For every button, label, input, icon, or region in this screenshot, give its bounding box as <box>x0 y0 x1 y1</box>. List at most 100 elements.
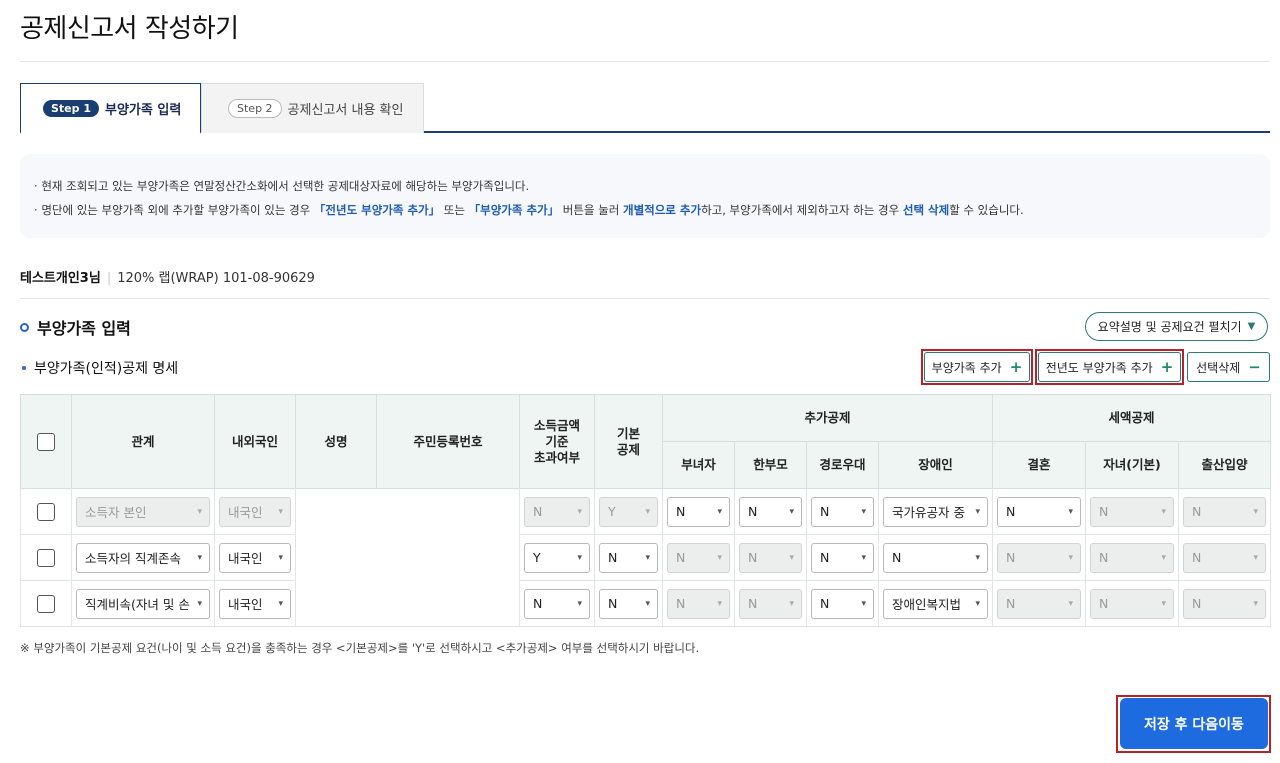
cell-income-exceed: Y ▾ <box>519 534 595 581</box>
cell-basic: N ▾ <box>594 534 663 581</box>
chevron-down-icon: ▼ <box>1247 321 1256 332</box>
female-select: N ▾ <box>667 542 730 573</box>
company-detail: 120% 랩(WRAP) 101-08-90629 <box>117 271 315 286</box>
relation-select[interactable]: 소득자의 직계존속 ▾ <box>76 542 210 573</box>
relation-select[interactable]: 직계비속(자녀 및 손 ▾ <box>76 588 210 619</box>
header-select-all <box>20 394 72 489</box>
single-parent-select[interactable]: N ▾ <box>739 496 802 527</box>
female-select[interactable]: N ▾ <box>667 496 730 527</box>
notice-highlight: 「부양가족 추가」 <box>468 203 560 217</box>
birth-adopt-select: N ▾ <box>1183 542 1267 573</box>
select-all-checkbox[interactable] <box>37 432 55 451</box>
cell-select <box>20 534 72 581</box>
ring-bullet-icon <box>20 322 29 332</box>
select-value: N <box>748 596 758 611</box>
female-select: N ▾ <box>667 588 730 619</box>
header-elderly: 경로우대 <box>806 441 879 489</box>
plus-icon: + <box>1160 358 1174 376</box>
select-value: N <box>1192 504 1202 519</box>
income-exceed-select[interactable]: Y ▾ <box>524 542 590 573</box>
chevron-down-icon: ▾ <box>197 598 202 609</box>
add-prev-year-button[interactable]: 전년도 부양가족 추가 + <box>1038 352 1181 382</box>
header-name: 성명 <box>295 394 377 489</box>
disabled-select[interactable]: 국가유공자 중 ▾ <box>883 496 989 527</box>
select-value: 장애인복지법 <box>892 597 962 612</box>
nationality-select[interactable]: 내국인 ▾ <box>219 588 291 619</box>
chevron-down-icon: ▾ <box>1068 598 1074 609</box>
chevron-down-icon: ▾ <box>645 552 650 563</box>
tab-step1[interactable]: Step 1 부양가족 입력 <box>20 83 201 134</box>
add-dependent-button[interactable]: 부양가족 추가 + <box>924 352 1030 382</box>
delete-selected-button[interactable]: 선택삭제 − <box>1187 352 1270 382</box>
single-parent-select: N ▾ <box>739 542 802 573</box>
select-value: 내국인 <box>228 505 263 520</box>
birth-adopt-select: N ▾ <box>1183 496 1267 527</box>
cell-elderly: N ▾ <box>806 580 879 627</box>
sub-title-text: 부양가족(인적)공제 명세 <box>34 361 179 377</box>
select-value: Y <box>608 504 616 519</box>
cell-disabled: N ▾ <box>877 534 994 581</box>
chevron-down-icon: ▾ <box>197 506 202 517</box>
elderly-select[interactable]: N ▾ <box>811 542 874 573</box>
tab-step2[interactable]: Step 2 공제신고서 내용 확인 <box>201 83 424 133</box>
disabled-select[interactable]: N ▾ <box>883 542 989 573</box>
expand-summary-button[interactable]: 요약설명 및 공제요건 펼치기 ▼ <box>1085 312 1268 341</box>
chevron-down-icon: ▾ <box>1253 552 1259 563</box>
cell-income-exceed: N ▾ <box>519 580 595 627</box>
row-checkbox[interactable] <box>37 548 55 567</box>
notice-text: 명단에 있는 부양가족 외에 추가할 부양가족이 있는 경우 <box>41 203 314 217</box>
table-row: 직계비속(자녀 및 손 ▾ 내국인 ▾ N ▾ N ▾ N ▾ N ▾ N ▾ 장애인복지법 ▾ N ▾ N ▾ N ▾ <box>20 580 1272 627</box>
header-marriage: 결혼 <box>992 441 1087 489</box>
button-label: 부양가족 추가 <box>931 360 1002 375</box>
cell-single-parent: N ▾ <box>734 488 807 535</box>
cell-disabled: 장애인복지법 ▾ <box>877 580 994 627</box>
select-value: N <box>1006 550 1016 565</box>
cell-select <box>20 488 72 535</box>
income-exceed-select[interactable]: N ▾ <box>524 588 590 619</box>
tab-label: 부양가족 입력 <box>105 102 182 118</box>
step-tabs: Step 1 부양가족 입력 Step 2 공제신고서 내용 확인 <box>20 83 1270 134</box>
row-checkbox[interactable] <box>37 502 55 521</box>
basic-select[interactable]: N ▾ <box>599 542 658 573</box>
notice-text: 현재 조회되고 있는 부양가족은 연말정산간소화에서 선택한 공제대상자료에 해… <box>41 179 530 193</box>
select-value: N <box>533 596 543 611</box>
nationality-select[interactable]: 내국인 ▾ <box>219 542 291 573</box>
row-checkbox[interactable] <box>37 594 55 613</box>
cell-relation: 소득자 본인 ▾ <box>71 488 215 535</box>
notice-text: 할 수 있습니다. <box>949 203 1024 217</box>
elderly-select[interactable]: N ▾ <box>811 588 874 619</box>
marriage-select[interactable]: N ▾ <box>997 496 1082 527</box>
disabled-select[interactable]: 장애인복지법 ▾ <box>883 588 989 619</box>
chevron-down-icon: ▾ <box>278 552 283 563</box>
cell-female: N ▾ <box>662 534 735 581</box>
chevron-down-icon: ▾ <box>717 598 722 609</box>
chevron-down-icon: ▾ <box>789 552 794 563</box>
elderly-select[interactable]: N ▾ <box>811 496 874 527</box>
marriage-select: N ▾ <box>997 542 1082 573</box>
cell-disabled: 국가유공자 중 ▾ <box>877 488 994 535</box>
cell-elderly: N ▾ <box>806 488 879 535</box>
select-value: 내국인 <box>228 551 263 566</box>
children-select: N ▾ <box>1090 496 1175 527</box>
divider <box>20 61 1270 62</box>
tab-label: 공제신고서 내용 확인 <box>287 103 404 118</box>
select-value: N <box>892 550 902 565</box>
select-value: N <box>748 550 758 565</box>
chevron-down-icon: ▾ <box>278 598 283 609</box>
children-select: N ▾ <box>1090 588 1175 619</box>
select-value: N <box>676 550 686 565</box>
sub-title: 부양가족(인적)공제 명세 <box>22 358 178 378</box>
select-value: N <box>608 596 618 611</box>
chevron-down-icon: ▾ <box>278 506 283 517</box>
table-row: 소득자 본인 ▾ 내국인 ▾ N ▾ Y ▾ N ▾ N ▾ N ▾ 국가유공자 중 ▾ N ▾ N ▾ N ▾ <box>20 488 1272 627</box>
basic-select[interactable]: N ▾ <box>599 588 658 619</box>
cell-birth-adopt: N ▾ <box>1178 580 1272 627</box>
cell-select <box>20 580 72 627</box>
save-next-button[interactable]: 저장 후 다음이동 <box>1120 698 1268 749</box>
chevron-down-icon: ▾ <box>1161 506 1167 517</box>
chevron-down-icon: ▾ <box>975 506 981 517</box>
select-value: N <box>748 504 758 519</box>
select-value: N <box>820 504 830 519</box>
cell-elderly: N ▾ <box>806 534 879 581</box>
select-value: N <box>533 504 543 519</box>
